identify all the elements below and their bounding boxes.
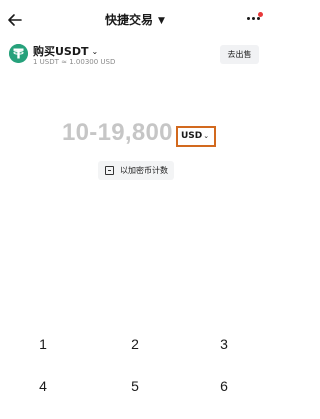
toggle-unit-icon xyxy=(105,166,114,175)
keypad-key-6[interactable]: 6 xyxy=(204,372,244,400)
page-title: 快捷交易 xyxy=(105,13,154,27)
caret-down-icon: ▼ xyxy=(158,16,165,26)
asset-selector[interactable]: 购买USDT ⌄ xyxy=(33,43,98,59)
chevron-down-icon: ⌄ xyxy=(203,132,210,140)
keypad-key-1[interactable]: 1 xyxy=(23,330,63,358)
count-in-crypto-toggle[interactable]: 以加密币计数 xyxy=(98,161,174,180)
exchange-rate: 1 USDT ≈ 1.00300 USD xyxy=(33,58,116,66)
asset-header: 购买USDT ⌄ 1 USDT ≈ 1.00300 USD 去出售 xyxy=(0,42,270,72)
dot xyxy=(252,17,255,20)
keypad-key-2[interactable]: 2 xyxy=(115,330,155,358)
count-in-crypto-label: 以加密币计数 xyxy=(120,166,168,175)
keypad-key-3[interactable]: 3 xyxy=(204,330,244,358)
keypad-key-5[interactable]: 5 xyxy=(115,372,155,400)
go-sell-button[interactable]: 去出售 xyxy=(220,45,259,64)
quick-trade-screen: 快捷交易 ▼ 购买USDT ⌄ 1 USDT ≈ 1.00300 USD 去出售 1… xyxy=(0,0,270,419)
chevron-down-icon: ⌄ xyxy=(91,47,99,56)
keypad-key-4[interactable]: 4 xyxy=(23,372,63,400)
more-dots-icon[interactable] xyxy=(247,12,263,26)
amount-range-placeholder[interactable]: 10-19,800 xyxy=(62,119,173,147)
notification-badge xyxy=(258,12,263,17)
tether-icon xyxy=(9,44,28,63)
dot xyxy=(257,17,260,20)
currency-code: USD xyxy=(181,131,203,141)
asset-title: 购买USDT xyxy=(33,45,89,58)
amount-input-area[interactable]: 10-19,800 USD⌄ xyxy=(0,114,270,154)
currency-selector[interactable]: USD⌄ xyxy=(176,126,216,147)
top-nav: 快捷交易 ▼ xyxy=(0,0,270,40)
dot xyxy=(247,17,250,20)
trade-mode-selector[interactable]: 快捷交易 ▼ xyxy=(0,11,270,28)
